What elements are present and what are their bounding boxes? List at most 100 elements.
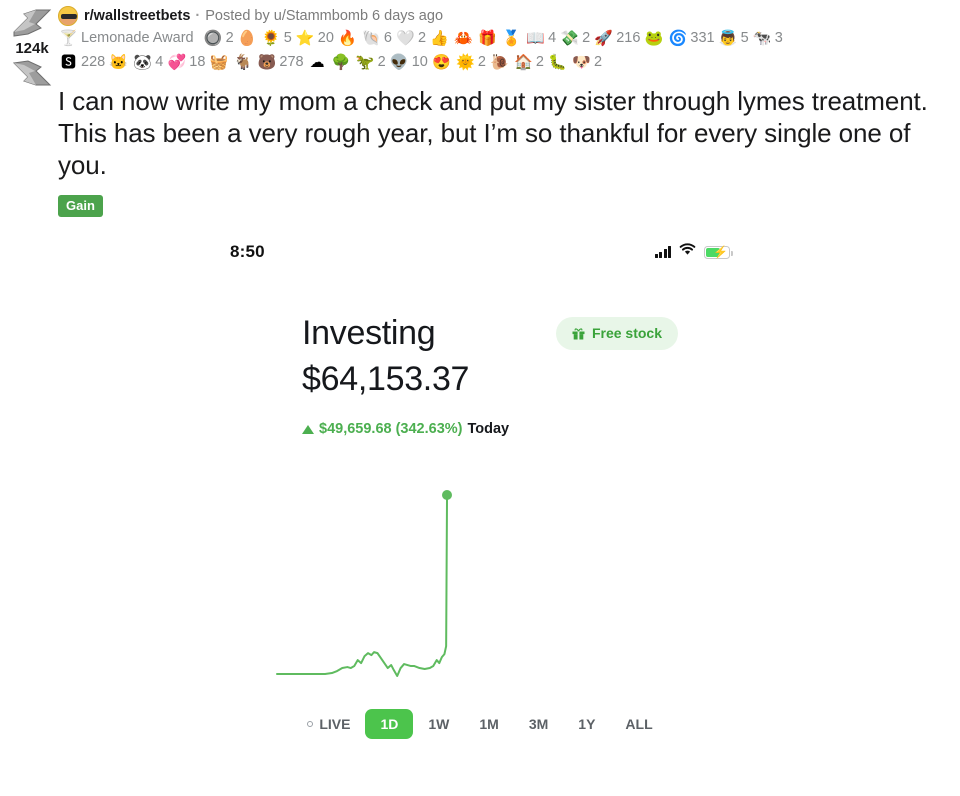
award-item[interactable]: 🔥 [337,28,358,49]
award-item[interactable]: 🐼 4 [132,51,163,73]
live-dot-icon [307,721,314,727]
award-count: 2 [225,30,234,46]
range-button-3m[interactable]: 3M [514,709,563,739]
lightning-downvote-arrow-icon[interactable] [10,59,54,93]
post-body: r/wallstreetbets · Posted by u/Stammbomb… [58,0,960,217]
chart-line [276,494,448,677]
range-label: 3M [528,716,549,732]
award-item[interactable]: 🏠 2 [513,51,544,73]
award-name: Lemonade Award [81,30,194,46]
portfolio-amount: $64,153.37 [302,360,470,398]
award-item[interactable]: 💸 2 [559,27,590,49]
award-item[interactable]: 🐛 [547,52,568,73]
lightning-upvote-arrow-icon[interactable] [10,6,54,40]
award-item[interactable]: 💞 18 [166,51,205,73]
rocket-award-icon: 🚀 [594,29,614,47]
triangle-up-icon [302,424,314,434]
award-item[interactable]: 🔘 2 [203,27,234,49]
cat-award-icon: 🐱 [109,53,129,71]
award-item[interactable]: 🌞 2 [455,51,486,73]
toad-award-icon: 🐸 [644,29,664,47]
range-label: ALL [625,716,653,732]
post-meta: r/wallstreetbets · Posted by u/Stammbomb… [58,6,946,26]
screenshot-root: 124k r/wallstreetbets · Posted by u/Stam… [0,0,960,796]
award-item[interactable]: 🐄 3 [752,27,783,49]
award-item[interactable]: 🤍 2 [395,27,426,49]
award-item[interactable]: 🦖 2 [355,51,386,73]
award-item[interactable]: 🐐 [232,52,253,73]
sun-award-icon: 🌞 [456,53,475,71]
award-item[interactable]: 🐌 [489,52,510,73]
award-count: 10 [411,54,428,70]
award-count: 216 [616,30,641,46]
award-item[interactable]: 🐸 [643,28,664,49]
snoo-award-icon: 👽 [389,53,409,71]
award-item[interactable]: 👍 [429,28,450,49]
award-item[interactable]: 🦀 [453,28,474,49]
range-button-1m[interactable]: 1M [464,709,513,739]
award-item[interactable]: 👼 5 [718,27,749,49]
portfolio-change: $49,659.68 (342.63%) Today [302,421,720,437]
award-item[interactable]: 🆂 228 [58,51,105,73]
wholesome-award-icon: 🥚 [237,29,257,47]
award-item[interactable]: 🐶 2 [571,51,602,73]
award-count: 5 [740,30,749,46]
award-item[interactable]: 🚀 216 [593,27,640,49]
status-bar-indicators: ⚡ [654,243,733,261]
award-count: 2 [535,54,544,70]
range-button-1w[interactable]: 1W [413,709,464,739]
status-bar-time: 8:50 [230,242,265,261]
award-item[interactable]: 🥚 [237,28,258,49]
award-count: 20 [317,30,334,46]
post-title[interactable]: I can now write my mom a check and put m… [58,85,938,181]
range-label: LIVE [319,716,351,732]
range-button-all[interactable]: ALL [610,709,667,739]
award-item[interactable]: 🎁 [477,28,498,49]
time-range-selector: LIVE 1D 1W 1M 3M 1Y ALL [0,709,960,739]
award-item[interactable]: 🏅 [501,28,522,49]
range-button-1y[interactable]: 1Y [563,709,610,739]
gift-icon [572,327,585,340]
award-item[interactable]: 😍 [431,52,452,73]
awards-row-1: 🍸 Lemonade Award 🔘 2 🥚 🌻 5 ⭐ 20 🔥 🐚 6 🤍 2 👍 🦀 🎁 🏅 📖 4 💸 2 🚀 216… [58,27,946,49]
range-button-1d[interactable]: 1D [365,709,414,739]
award-item[interactable]: 🐚 6 [361,27,392,49]
heart-face-award-icon: 😍 [432,53,451,71]
award-item[interactable]: 🧺 [208,52,229,73]
award-count: 2 [377,54,386,70]
portfolio-chart[interactable] [0,479,960,679]
tree-award-icon: 🌳 [331,53,351,71]
award-item[interactable]: 🌻 5 [261,27,292,49]
range-button-live[interactable]: LIVE [292,709,365,739]
award-count: 4 [548,30,557,46]
award-item[interactable]: 🐱 [108,52,129,73]
platinum-award-icon: 🌀 [668,29,688,47]
award-item[interactable]: 🌀 331 [667,27,715,49]
award-count: 3 [774,30,783,46]
chart-last-point-marker [442,490,452,500]
award-item[interactable]: 🐻 278 [256,51,304,73]
reddit-post: 124k r/wallstreetbets · Posted by u/Stam… [0,0,960,217]
subreddit-link[interactable]: r/wallstreetbets [84,6,190,26]
cloud-award-icon: ☁ [309,53,325,71]
post-author-time[interactable]: Posted by u/Stammbomb 6 days ago [205,6,443,26]
cow-award-icon: 🐄 [752,29,772,47]
portfolio-chart-svg[interactable] [0,479,960,679]
award-item[interactable]: 🍸 Lemonade Award [58,27,200,49]
award-count: 2 [477,54,486,70]
range-label: 1D [380,716,399,732]
award-item[interactable]: ⭐ 20 [295,27,334,49]
crab-award-icon: 🦀 [454,29,473,47]
post-flair-badge[interactable]: Gain [58,195,103,217]
free-stock-button[interactable]: Free stock [555,317,678,350]
vote-box: 124k [6,6,58,93]
award-item[interactable]: ☁ [307,52,328,73]
award-item[interactable]: 👽 10 [389,51,428,73]
award-item[interactable]: 📖 4 [525,27,556,49]
subreddit-avatar[interactable] [58,6,78,26]
award-count: 331 [690,30,715,46]
award-item[interactable]: 🌳 [331,52,352,73]
award-count: 2 [594,54,603,70]
medal-award-icon: 🏅 [502,29,521,47]
awards-row-2: 🆂 228 🐱 🐼 4 💞 18 🧺 🐐 🐻 278 ☁ 🌳 🦖 2 👽 10 😍 🌞 2 🐌 🏠 2 🐛 🐶 2 [58,51,946,73]
